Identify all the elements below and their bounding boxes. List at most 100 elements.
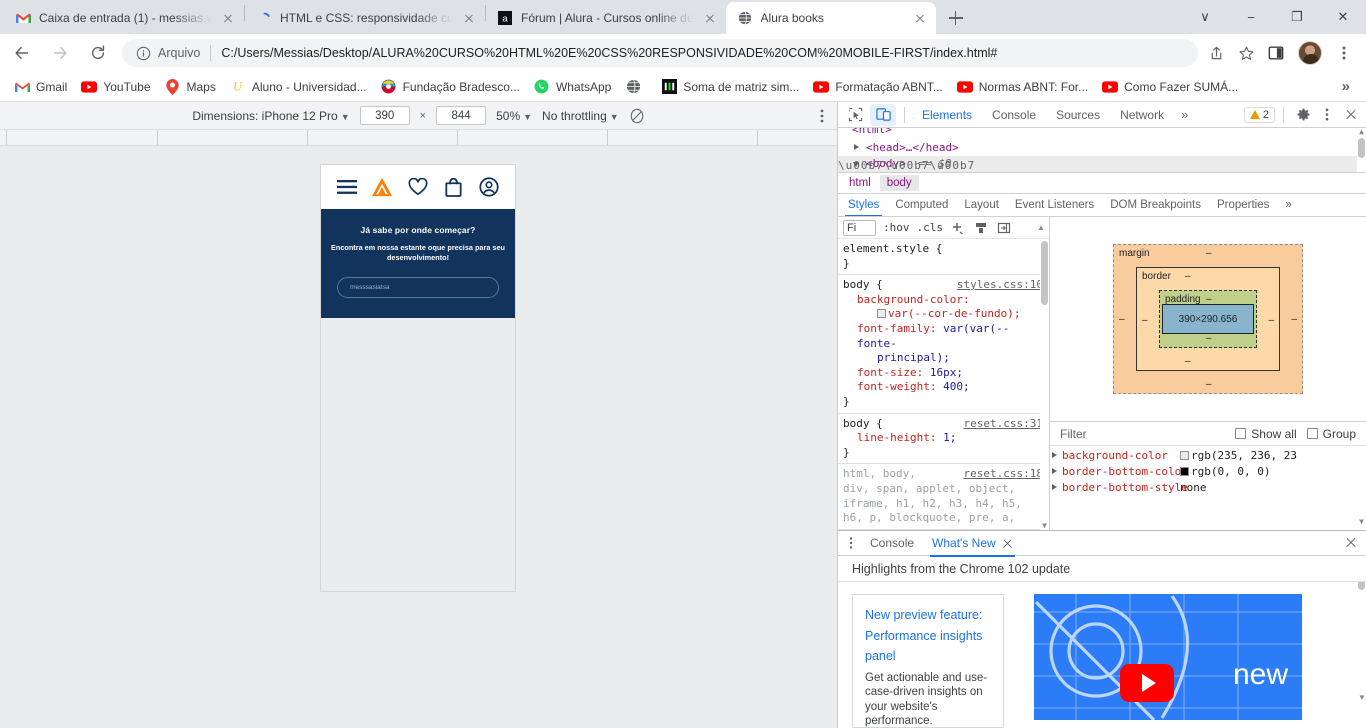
maximize-button[interactable]: ❐ xyxy=(1274,0,1320,34)
bookmark-formatacao-abnt[interactable]: Formatação ABNT... xyxy=(807,76,948,98)
warning-badge[interactable]: 2 xyxy=(1243,106,1275,123)
forward-icon[interactable] xyxy=(46,39,74,67)
card-link-line-2[interactable]: Performance insights xyxy=(865,626,991,647)
declaration-font-size[interactable]: font-size: 16px; xyxy=(843,366,1044,381)
devtools-close-icon[interactable] xyxy=(1340,104,1362,126)
throttling-select[interactable]: No throttling ▼ xyxy=(542,109,619,123)
share-icon[interactable] xyxy=(1202,39,1230,67)
more-panels-button[interactable]: » xyxy=(1175,107,1194,122)
border-top-value[interactable]: – xyxy=(1185,271,1191,282)
tab-close-button[interactable] xyxy=(702,10,718,26)
computed-row-border-bottom-style[interactable]: border-bottom-style none xyxy=(1050,480,1366,496)
breadcrumb-html[interactable]: html xyxy=(842,175,878,191)
new-tab-button[interactable] xyxy=(942,4,970,32)
tab-layout[interactable]: Layout xyxy=(956,196,1007,214)
whats-new-scrollbar[interactable]: ▼ xyxy=(1357,582,1366,728)
tab-computed[interactable]: Computed xyxy=(887,196,956,214)
tab-close-button[interactable] xyxy=(912,10,928,26)
rule-source-link[interactable]: styles.css:10 xyxy=(957,278,1043,293)
alura-logo-icon[interactable] xyxy=(371,176,393,198)
computed-scrollbar[interactable]: ▼ xyxy=(1357,446,1366,530)
css-rule-body-reset[interactable]: body { reset.css:31 line-height: 1; } xyxy=(838,414,1049,465)
device-toolbar-kebab-icon[interactable] xyxy=(815,108,829,127)
computed-filter-input[interactable]: Filter xyxy=(1060,427,1087,441)
tab-event-listeners[interactable]: Event Listeners xyxy=(1007,196,1102,214)
account-icon[interactable] xyxy=(478,176,500,198)
avatar[interactable] xyxy=(1298,41,1322,65)
box-model-border[interactable]: border – – – – padding – – – xyxy=(1136,267,1280,371)
declaration-line-height[interactable]: line-height: 1; xyxy=(843,431,1044,446)
declaration-background-color-value[interactable]: var(--cor-de-fundo); xyxy=(843,307,1044,322)
box-model-content[interactable]: 390×290.656 xyxy=(1162,304,1254,334)
whats-new-video-thumbnail[interactable]: new xyxy=(1034,594,1302,720)
bookmark-whatsapp[interactable]: WhatsApp xyxy=(528,76,617,98)
close-window-button[interactable]: ✕ xyxy=(1320,0,1366,34)
inspect-cursor-icon[interactable] xyxy=(842,104,868,126)
dimensions-select[interactable]: Dimensions: iPhone 12 Pro ▼ xyxy=(192,109,349,123)
css-rule-body-styles[interactable]: body { styles.css:10 background-color: v… xyxy=(838,275,1049,414)
bookmark-youtube[interactable]: YouTube xyxy=(75,76,156,98)
box-model-padding[interactable]: padding – – – – 390×290.656 xyxy=(1159,290,1257,348)
dom-tree-scrollbar[interactable]: ▲ xyxy=(1357,128,1366,172)
declaration-font-weight[interactable]: font-weight: 400; xyxy=(843,380,1044,395)
styles-filter-input[interactable]: Fi xyxy=(843,219,876,236)
margin-top-value[interactable]: – xyxy=(1206,248,1212,259)
reload-icon[interactable] xyxy=(84,39,112,67)
side-panel-icon[interactable] xyxy=(1262,39,1290,67)
new-style-rule-icon[interactable] xyxy=(950,220,966,236)
margin-left-value[interactable]: – xyxy=(1119,314,1125,325)
dom-node-body[interactable]: \u00b7\u00b7\u00b7 <body> == $0 xyxy=(838,156,1366,172)
star-icon[interactable] xyxy=(1232,39,1260,67)
bag-icon[interactable] xyxy=(443,176,465,198)
hero-search-input[interactable]: messsasiatsa xyxy=(337,276,499,298)
computed-styles-sidebar-icon[interactable] xyxy=(973,220,989,236)
hov-button[interactable]: :hov xyxy=(883,221,910,234)
whats-new-card[interactable]: New preview feature: Performance insight… xyxy=(852,594,1004,728)
bookmark-maps[interactable]: Maps xyxy=(159,76,222,98)
breadcrumb-body[interactable]: body xyxy=(879,175,919,191)
card-link-line-1[interactable]: New preview feature: xyxy=(865,605,991,626)
kebab-menu-icon[interactable] xyxy=(1330,39,1358,67)
margin-bottom-value[interactable]: – xyxy=(1206,379,1212,390)
drawer-tab-console[interactable]: Console xyxy=(862,532,922,554)
border-left-value[interactable]: – xyxy=(1142,315,1148,326)
declaration-font-family[interactable]: font-family: var(var(--fonte- xyxy=(843,322,1044,351)
padding-bottom-value[interactable]: – xyxy=(1206,333,1212,344)
close-tab-icon[interactable] xyxy=(1002,538,1013,549)
device-toggle-icon[interactable] xyxy=(870,103,896,126)
color-swatch[interactable] xyxy=(877,309,886,319)
expand-triangle-icon[interactable] xyxy=(1052,484,1057,490)
tab-sources[interactable]: Sources xyxy=(1047,104,1109,126)
tab-close-button[interactable] xyxy=(461,10,477,26)
tab-elements[interactable]: Elements xyxy=(913,104,981,130)
bookmark-globe[interactable] xyxy=(619,76,653,98)
border-right-value[interactable]: – xyxy=(1268,315,1274,326)
browser-tab-1[interactable]: HTML e CSS: responsividade com xyxy=(245,2,485,34)
tab-styles[interactable]: Styles xyxy=(840,196,887,216)
height-input[interactable]: 844 xyxy=(436,106,487,125)
gear-icon[interactable] xyxy=(1292,104,1314,126)
styles-tabs-overflow[interactable]: » xyxy=(1277,196,1299,214)
cls-button[interactable]: .cls xyxy=(917,221,944,234)
bookmark-bradesco[interactable]: Fundação Bradesco... xyxy=(375,76,526,98)
tab-close-button[interactable] xyxy=(220,10,236,26)
bookmark-gmail[interactable]: Gmail xyxy=(8,76,73,98)
declaration-background-color[interactable]: background-color: xyxy=(843,293,1044,308)
border-bottom-value[interactable]: – xyxy=(1185,356,1191,367)
css-rule-element-style[interactable]: element.style { } xyxy=(838,239,1049,276)
minimize-button[interactable]: − xyxy=(1228,0,1274,34)
tab-search-button[interactable]: ∨ xyxy=(1182,0,1228,34)
back-icon[interactable] xyxy=(8,39,36,67)
rule-source-link[interactable]: reset.css:31 xyxy=(964,417,1043,432)
bookmark-como-fazer-sumario[interactable]: Como Fazer SUMÁ... xyxy=(1096,76,1244,98)
styles-scrollbar[interactable]: ▼ xyxy=(1040,239,1049,530)
drawer-close-icon[interactable] xyxy=(1340,532,1362,554)
width-input[interactable]: 390 xyxy=(359,106,410,125)
address-bar[interactable]: Arquivo C:/Users/Messias/Desktop/ALURA%2… xyxy=(122,39,1198,67)
group-checkbox[interactable]: Group xyxy=(1306,427,1356,441)
tab-network[interactable]: Network xyxy=(1111,104,1173,126)
browser-tab-0[interactable]: Caixa de entrada (1) - messias.va xyxy=(4,2,244,34)
browser-tab-3-active[interactable]: Alura books xyxy=(725,2,936,34)
dom-node-html[interactable]: <html> xyxy=(838,128,1366,138)
no-throttle-icon[interactable] xyxy=(629,108,645,124)
